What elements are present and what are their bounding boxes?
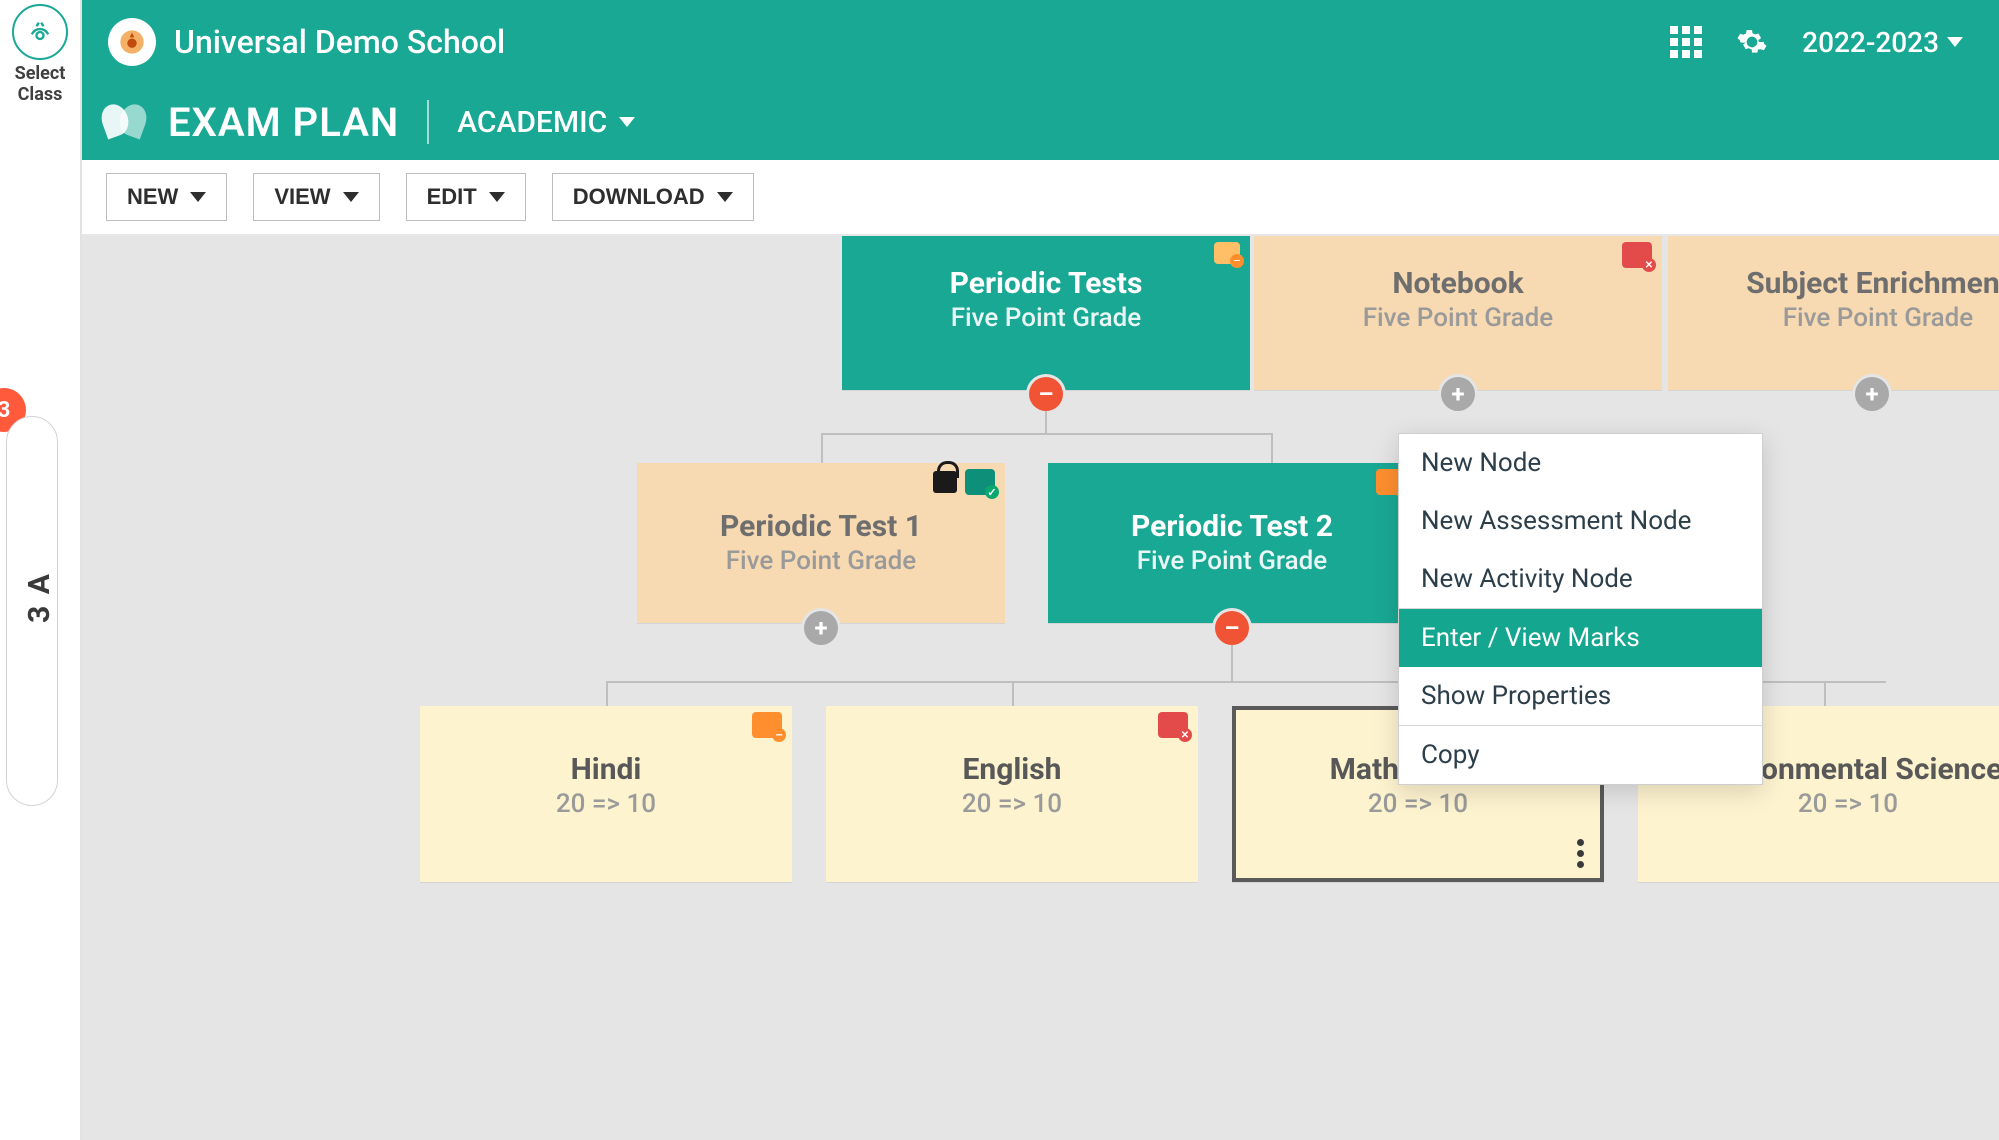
bee-icon [12,4,68,60]
chevron-down-icon [489,192,505,202]
current-class-label: 3 A [22,572,57,623]
gear-icon[interactable] [1728,18,1776,66]
year-dropdown[interactable]: 2022-2023 [1794,26,1971,59]
divider [427,100,429,144]
comment-icon [1214,242,1240,264]
connector-line [606,681,608,706]
select-class-button[interactable]: Select Class [12,4,68,105]
collapse-node-button[interactable]: – [1029,377,1063,411]
toolbar: NEW VIEW EDIT DOWNLOAD [82,160,1999,236]
year-label: 2022-2023 [1802,26,1939,59]
connector-line [821,433,1271,435]
ctx-show-properties[interactable]: Show Properties [1399,667,1762,725]
download-button[interactable]: DOWNLOAD [552,173,754,221]
node-subtitle: Five Point Grade [637,546,1005,576]
expand-node-button[interactable]: + [804,611,838,645]
connector-line [1045,411,1047,433]
page-title: EXAM PLAN [168,99,399,146]
node-title: Periodic Test 1 [637,509,1005,544]
node-title: Periodic Test 2 [1048,509,1416,544]
node-english[interactable]: English 20 => 10 [826,706,1198,882]
edit-button[interactable]: EDIT [406,173,526,221]
collapse-node-button[interactable]: – [1215,611,1249,645]
node-periodic-tests[interactable]: Periodic Tests Five Point Grade [842,236,1250,390]
chevron-down-icon [717,192,733,202]
node-notebook[interactable]: Notebook Five Point Grade [1254,236,1662,390]
connector-line [1271,433,1273,463]
left-rail: Select Class 3 3 A [0,0,82,1140]
node-title: Hindi [420,752,792,787]
connector-line [821,433,823,463]
view-button[interactable]: VIEW [253,173,379,221]
academic-dropdown[interactable]: ACADEMIC [457,105,635,140]
node-subtitle: 20 => 10 [1236,789,1600,819]
ctx-copy[interactable]: Copy [1399,726,1762,784]
kebab-menu-icon[interactable] [1577,839,1584,868]
node-title: Periodic Tests [842,266,1250,301]
chevron-down-icon [343,192,359,202]
node-title: Subject Enrichment [1668,266,1999,301]
connector-line [1012,681,1014,706]
context-menu: New Node New Assessment Node New Activit… [1398,433,1763,785]
school-logo-icon [108,18,156,66]
calendar-warning-icon [752,712,782,738]
connector-line [1824,681,1826,706]
node-subtitle: Five Point Grade [842,303,1250,333]
node-periodic-test-1[interactable]: Periodic Test 1 Five Point Grade [637,463,1005,623]
calendar-error-icon [1622,242,1652,268]
chevron-down-icon [1947,37,1963,47]
exam-plan-logo-icon [102,100,146,144]
apps-grid-icon[interactable] [1662,18,1710,66]
chevron-down-icon [619,117,635,127]
ctx-enter-view-marks[interactable]: Enter / View Marks [1399,609,1762,667]
node-subtitle: 20 => 10 [826,789,1198,819]
calendar-error-icon [1158,712,1188,738]
exam-plan-canvas[interactable]: Periodic Tests Five Point Grade Notebook… [82,236,1999,1140]
node-periodic-test-2[interactable]: Periodic Test 2 Five Point Grade [1048,463,1416,623]
ctx-new-assessment-node[interactable]: New Assessment Node [1399,492,1762,550]
node-subject-enrichment[interactable]: Subject Enrichment Five Point Grade [1668,236,1999,390]
node-title: English [826,752,1198,787]
node-hindi[interactable]: Hindi 20 => 10 [420,706,792,882]
school-name: Universal Demo School [174,23,1644,61]
node-subtitle: 20 => 10 [420,789,792,819]
chevron-down-icon [190,192,206,202]
node-subtitle: Five Point Grade [1254,303,1662,333]
node-subtitle: Five Point Grade [1668,303,1999,333]
node-subtitle: 20 => 10 [1638,789,1999,819]
node-title: Notebook [1254,266,1662,301]
expand-node-button[interactable]: + [1441,377,1475,411]
new-button[interactable]: NEW [106,173,227,221]
ctx-new-activity-node[interactable]: New Activity Node [1399,550,1762,608]
connector-line [1231,645,1233,681]
top-header: Universal Demo School 2022-2023 EXAM PLA… [82,0,1999,160]
node-subtitle: Five Point Grade [1048,546,1416,576]
select-class-label: Select Class [15,64,66,105]
expand-node-button[interactable]: + [1855,377,1889,411]
calendar-ok-icon [965,469,995,495]
lock-icon [933,471,957,493]
ctx-new-node[interactable]: New Node [1399,434,1762,492]
academic-label: ACADEMIC [457,105,607,140]
